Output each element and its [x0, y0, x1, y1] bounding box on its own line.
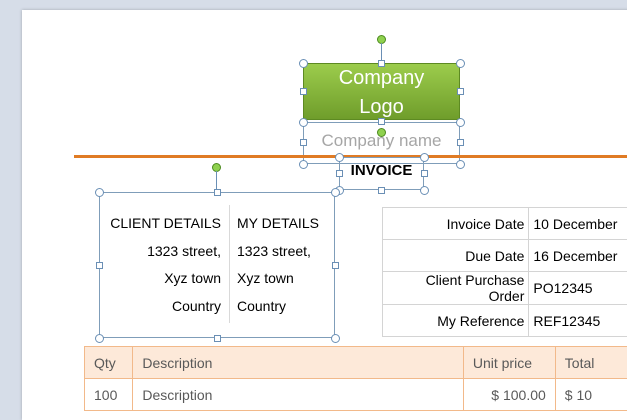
client-street: 1323 street,	[108, 238, 221, 266]
my-details-column: MY DETAILS 1323 street, Xyz town Country	[237, 210, 332, 320]
client-town: Xyz town	[108, 265, 221, 293]
company-name-handle-tr[interactable]	[456, 118, 465, 127]
cell-description[interactable]: Description	[133, 379, 463, 411]
header-qty[interactable]: Qty	[85, 347, 133, 379]
company-name-handle-tl[interactable]	[299, 118, 308, 127]
info-label[interactable]: Invoice Date	[383, 208, 529, 240]
client-country: Country	[108, 293, 221, 321]
details-handle-tl[interactable]	[95, 188, 104, 197]
company-name-handle-l[interactable]	[300, 139, 307, 146]
info-row-my-reference: My Reference REF12345	[383, 305, 627, 337]
details-handle-t[interactable]	[214, 189, 221, 196]
invoice-handle-tl[interactable]	[335, 153, 344, 162]
document-page: Company Logo Company name INVOICE CLIENT…	[22, 10, 627, 420]
company-name-handle-r[interactable]	[457, 139, 464, 146]
client-details-heading: CLIENT DETAILS	[108, 210, 221, 238]
my-country: Country	[237, 293, 332, 321]
items-header-row: Qty Description Unit price Total	[85, 347, 627, 379]
client-details-column: CLIENT DETAILS 1323 street, Xyz town Cou…	[108, 210, 221, 320]
company-name-handle-bl[interactable]	[299, 160, 308, 169]
details-handle-l[interactable]	[96, 262, 103, 269]
info-row-invoice-date: Invoice Date 10 December	[383, 208, 627, 240]
cell-unit-price[interactable]: $ 100.00	[463, 379, 555, 411]
header-unit-price[interactable]: Unit price	[463, 347, 555, 379]
logo-resize-handle-tr[interactable]	[456, 59, 465, 68]
invoice-info-table: Invoice Date 10 December Due Date 16 Dec…	[382, 207, 627, 337]
logo-resize-handle-l[interactable]	[300, 88, 307, 95]
info-label[interactable]: Client Purchase Order	[383, 272, 529, 305]
logo-label-line1: Company	[304, 64, 459, 93]
invoice-handle-tr[interactable]	[420, 153, 429, 162]
info-label[interactable]: My Reference	[383, 305, 529, 337]
header-total[interactable]: Total	[555, 347, 627, 379]
line-items-table: Qty Description Unit price Total 100 Des…	[84, 346, 627, 411]
info-row-purchase-order: Client Purchase Order PO12345	[383, 272, 627, 305]
details-divider	[229, 205, 230, 323]
my-town: Xyz town	[237, 265, 332, 293]
my-details-heading: MY DETAILS	[237, 210, 332, 238]
invoice-handle-r[interactable]	[421, 170, 428, 177]
header-description[interactable]: Description	[133, 347, 463, 379]
invoice-handle-br[interactable]	[420, 186, 429, 195]
company-name-rotate-handle[interactable]	[377, 128, 386, 137]
cell-qty[interactable]: 100	[85, 379, 133, 411]
company-name-handle-br[interactable]	[456, 160, 465, 169]
details-handle-bl[interactable]	[95, 334, 104, 343]
info-value[interactable]: PO12345	[529, 272, 627, 305]
logo-resize-handle-t[interactable]	[378, 60, 385, 67]
invoice-handle-l[interactable]	[336, 170, 343, 177]
logo-resize-handle-r[interactable]	[457, 88, 464, 95]
info-value[interactable]: 10 December	[529, 208, 627, 240]
cell-total[interactable]: $ 10	[555, 379, 627, 411]
invoice-title[interactable]: INVOICE	[339, 162, 424, 179]
details-handle-br[interactable]	[331, 334, 340, 343]
details-handle-r[interactable]	[332, 262, 339, 269]
my-street: 1323 street,	[237, 238, 332, 266]
company-logo-shape[interactable]: Company Logo	[303, 63, 460, 120]
info-value[interactable]: 16 December	[529, 240, 627, 272]
info-value[interactable]: REF12345	[529, 305, 627, 337]
details-handle-tr[interactable]	[331, 188, 340, 197]
invoice-handle-b[interactable]	[378, 187, 385, 194]
company-name-handle-t[interactable]	[378, 118, 385, 125]
logo-resize-handle-tl[interactable]	[299, 59, 308, 68]
details-handle-b[interactable]	[214, 335, 221, 342]
info-label[interactable]: Due Date	[383, 240, 529, 272]
info-row-due-date: Due Date 16 December	[383, 240, 627, 272]
table-row: 100 Description $ 100.00 $ 10	[85, 379, 627, 411]
